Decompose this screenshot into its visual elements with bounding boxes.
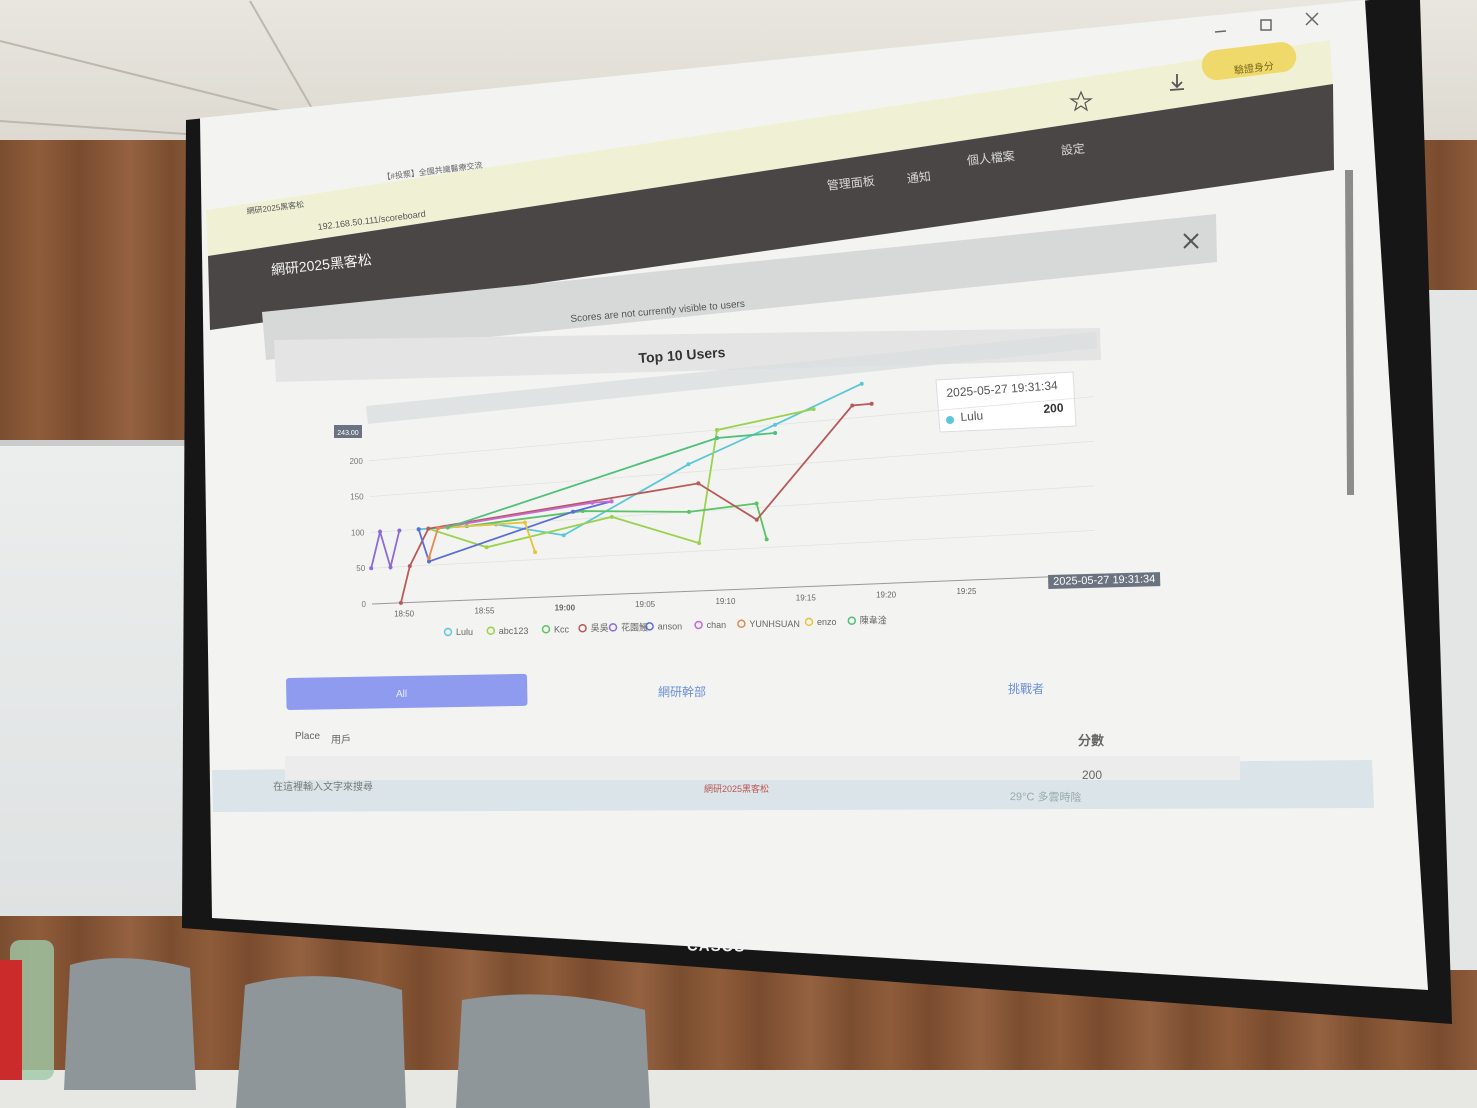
taskbar-weather: 29°C 多雲時陰: [1009, 790, 1082, 805]
table-header-score: 分數: [1078, 733, 1105, 748]
tab-challenger[interactable]: 挑戰者: [1008, 680, 1044, 697]
nav-profile[interactable]: 個人檔案: [966, 147, 1016, 169]
nav-admin-panel[interactable]: 管理面板: [826, 172, 876, 194]
table-edge: [0, 1070, 1477, 1108]
address-bar[interactable]: 192.168.50.111/scoreboard: [317, 209, 426, 232]
x-axis-pointer-label: 2025-05-27 19:31:34: [1048, 572, 1161, 589]
nav-notifications[interactable]: 通知: [906, 167, 932, 186]
tooltip-series: Lulu: [960, 408, 984, 424]
table-header-place: Place: [295, 731, 321, 742]
chart-title: Top 10 Users: [638, 343, 726, 366]
table-header-user: 用戶: [331, 735, 351, 746]
table-row-score: 200: [1082, 768, 1103, 782]
tooltip-value: 200: [1043, 400, 1064, 416]
browser-tab-active[interactable]: 網研2025黑客松: [246, 199, 305, 217]
site-brand[interactable]: 網研2025黑客松: [270, 249, 373, 279]
tab-all-label: All: [396, 689, 408, 700]
tooltip-time: 2025-05-27 19:31:34: [946, 378, 1059, 400]
taskbar-app-button[interactable]: 網研2025黑客松: [704, 782, 769, 795]
browser-tab[interactable]: 【#投票】全國共識醫療交流: [382, 160, 483, 183]
nav-settings[interactable]: 設定: [1060, 139, 1086, 158]
tab-dept[interactable]: 網研幹部: [658, 683, 706, 700]
projector-brand-logo: CASOS: [686, 937, 746, 956]
scores-hidden-banner: Scores are not currently visible to user…: [570, 298, 746, 325]
taskbar-search-input[interactable]: 在這裡輸入文字來搜尋: [273, 778, 373, 793]
